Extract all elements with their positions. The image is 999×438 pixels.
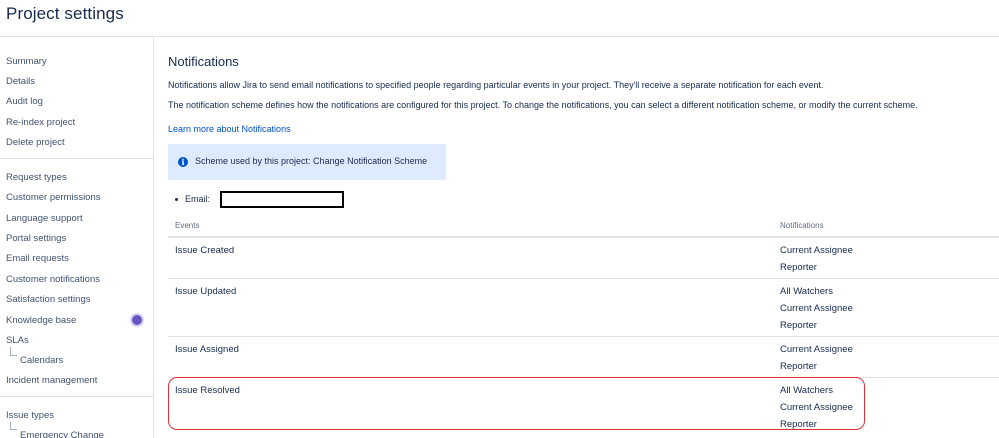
event-name: Issue Created bbox=[175, 245, 235, 256]
learn-more-link[interactable]: Learn more about Notifications bbox=[168, 124, 291, 134]
sidebar-item-emergency-change[interactable]: Emergency Change bbox=[20, 430, 104, 438]
settings-sidebar: Summary Details Audit log Re-index proje… bbox=[0, 37, 154, 438]
notification-recipient: Current Assignee bbox=[780, 245, 853, 256]
description-text: Notifications allow Jira to send email n… bbox=[168, 80, 824, 90]
sidebar-item-calendars[interactable]: Calendars bbox=[20, 355, 63, 366]
notification-recipient: Reporter bbox=[780, 419, 817, 430]
page-header: Project settings bbox=[0, 0, 999, 37]
table-row: Issue Resolved All Watchers Current Assi… bbox=[168, 378, 999, 438]
info-icon: i bbox=[178, 157, 188, 167]
tree-branch-icon bbox=[10, 347, 17, 356]
event-name: Issue Assigned bbox=[175, 344, 239, 355]
events-column-header: Events bbox=[175, 221, 200, 230]
notification-recipient: Current Assignee bbox=[780, 344, 853, 355]
table-row: Issue Created Current Assignee Reporter bbox=[168, 238, 999, 279]
sidebar-item-customer-permissions[interactable]: Customer permissions bbox=[6, 192, 101, 203]
notification-recipient: Reporter bbox=[780, 262, 817, 273]
notification-list: Current Assignee Reporter bbox=[780, 344, 853, 378]
notification-recipient: All Watchers bbox=[780, 385, 833, 396]
sidebar-item-reindex-project[interactable]: Re-index project bbox=[6, 117, 75, 128]
bullet-icon bbox=[175, 198, 178, 202]
sidebar-item-request-types[interactable]: Request types bbox=[6, 172, 67, 183]
notifications-column-header: Notifications bbox=[780, 221, 824, 230]
knowledge-base-badge-icon bbox=[132, 315, 142, 325]
event-name: Issue Resolved bbox=[175, 385, 240, 396]
notification-recipient: All Watchers bbox=[780, 286, 833, 297]
scheme-info-text: Scheme used by this project: Change Noti… bbox=[195, 156, 428, 166]
scheme-description-text: The notification scheme defines how the … bbox=[168, 100, 918, 110]
table-row: Issue Assigned Current Assignee Reporter bbox=[168, 337, 999, 378]
section-title: Notifications bbox=[168, 54, 239, 69]
sidebar-item-language-support[interactable]: Language support bbox=[6, 213, 83, 224]
notification-recipient: Reporter bbox=[780, 361, 817, 372]
sidebar-item-issue-types[interactable]: Issue types bbox=[6, 410, 54, 421]
notification-recipient: Current Assignee bbox=[780, 303, 853, 314]
tree-branch-icon bbox=[10, 422, 17, 430]
notification-recipient: Current Assignee bbox=[780, 402, 853, 413]
email-label: Email: bbox=[185, 194, 211, 204]
sidebar-item-knowledge-base[interactable]: Knowledge base bbox=[6, 315, 76, 326]
scheme-info-banner: i Scheme used by this project: Change No… bbox=[168, 144, 446, 180]
notification-recipient: Reporter bbox=[780, 320, 817, 331]
sidebar-item-summary[interactable]: Summary bbox=[6, 56, 47, 67]
notifications-panel: Notifications Notifications allow Jira t… bbox=[154, 37, 999, 438]
sidebar-item-details[interactable]: Details bbox=[6, 76, 35, 87]
sidebar-item-portal-settings[interactable]: Portal settings bbox=[6, 233, 66, 244]
sidebar-item-incident-management[interactable]: Incident management bbox=[6, 375, 97, 386]
email-list-item: Email: bbox=[175, 194, 210, 204]
notification-list: All Watchers Current Assignee Reporter bbox=[780, 385, 853, 436]
sidebar-divider bbox=[0, 396, 153, 397]
notification-list: All Watchers Current Assignee Reporter bbox=[780, 286, 853, 337]
redacted-email-box bbox=[220, 191, 344, 208]
event-name: Issue Updated bbox=[175, 286, 237, 297]
sidebar-item-audit-log[interactable]: Audit log bbox=[6, 96, 43, 107]
sidebar-item-satisfaction-settings[interactable]: Satisfaction settings bbox=[6, 294, 91, 305]
sidebar-item-email-requests[interactable]: Email requests bbox=[6, 253, 69, 264]
sidebar-divider bbox=[0, 158, 153, 159]
page-title: Project settings bbox=[6, 4, 124, 23]
sidebar-item-customer-notifications[interactable]: Customer notifications bbox=[6, 274, 100, 285]
table-row: Issue Updated All Watchers Current Assig… bbox=[168, 279, 999, 337]
notification-list: Current Assignee Reporter bbox=[780, 245, 853, 279]
sidebar-item-delete-project[interactable]: Delete project bbox=[6, 137, 65, 148]
sidebar-item-slas[interactable]: SLAs bbox=[6, 335, 29, 346]
